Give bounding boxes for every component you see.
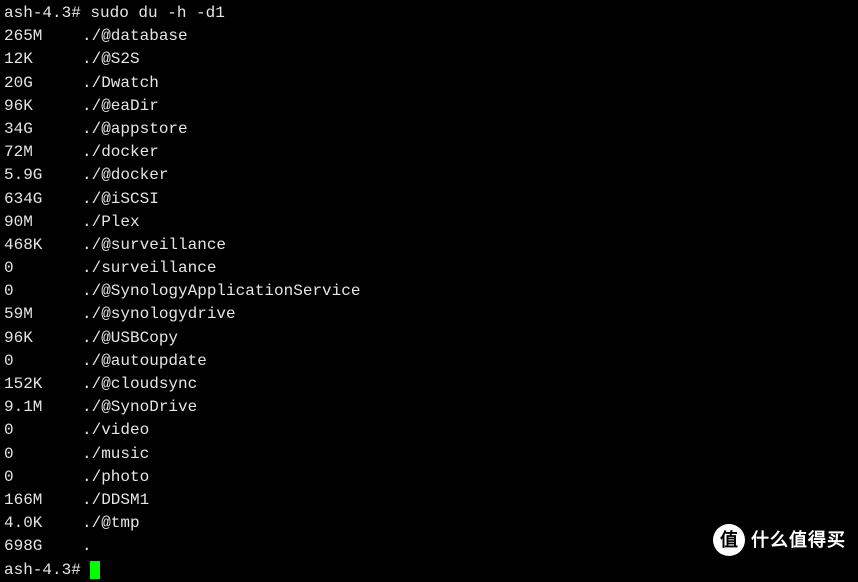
size-value: 90M (4, 211, 82, 234)
path-value: ./Dwatch (82, 72, 159, 95)
size-value: 0 (4, 419, 82, 442)
size-value: 12K (4, 48, 82, 71)
command-text: sudo du -h -d1 (90, 4, 224, 22)
size-value: 166M (4, 489, 82, 512)
path-value: ./Plex (82, 211, 140, 234)
du-entry: 72M./docker (4, 141, 854, 164)
path-value: ./surveillance (82, 257, 216, 280)
size-value: 265M (4, 25, 82, 48)
path-value: ./@tmp (82, 512, 140, 535)
shell-prompt: ash-4.3# (4, 4, 81, 22)
du-entry: 12K./@S2S (4, 48, 854, 71)
du-output: 265M./@database12K./@S2S20G./Dwatch96K./… (4, 25, 854, 558)
path-value: ./@eaDir (82, 95, 159, 118)
size-value: 152K (4, 373, 82, 396)
size-value: 4.0K (4, 512, 82, 535)
size-value: 0 (4, 257, 82, 280)
path-value: ./@SynologyApplicationService (82, 280, 360, 303)
size-value: 0 (4, 280, 82, 303)
size-value: 5.9G (4, 164, 82, 187)
size-value: 96K (4, 327, 82, 350)
path-value: ./photo (82, 466, 149, 489)
shell-prompt: ash-4.3# (4, 561, 81, 579)
du-entry: 0./@SynologyApplicationService (4, 280, 854, 303)
size-value: 72M (4, 141, 82, 164)
du-entry: 0./surveillance (4, 257, 854, 280)
path-value: ./@S2S (82, 48, 140, 71)
size-value: 9.1M (4, 396, 82, 419)
path-value: ./@autoupdate (82, 350, 207, 373)
path-value: ./@SynoDrive (82, 396, 197, 419)
path-value: ./music (82, 443, 149, 466)
path-value: ./@USBCopy (82, 327, 178, 350)
watermark: 值 什么值得买 (713, 524, 846, 556)
path-value: ./@cloudsync (82, 373, 197, 396)
path-value: ./@surveillance (82, 234, 226, 257)
watermark-text: 什么值得买 (751, 527, 846, 553)
du-entry: 34G./@appstore (4, 118, 854, 141)
size-value: 468K (4, 234, 82, 257)
size-value: 96K (4, 95, 82, 118)
path-value: ./@docker (82, 164, 168, 187)
du-entry: 166M./DDSM1 (4, 489, 854, 512)
du-entry: 0./photo (4, 466, 854, 489)
terminal-output[interactable]: ash-4.3# sudo du -h -d1 265M./@database1… (4, 2, 854, 582)
du-entry: 0./@autoupdate (4, 350, 854, 373)
watermark-icon: 值 (713, 524, 745, 556)
size-value: 34G (4, 118, 82, 141)
du-entry: 0./video (4, 419, 854, 442)
path-value: ./@iSCSI (82, 188, 159, 211)
cursor (90, 561, 100, 579)
size-value: 0 (4, 443, 82, 466)
du-entry: 265M./@database (4, 25, 854, 48)
du-entry: 20G./Dwatch (4, 72, 854, 95)
path-value: . (82, 535, 92, 558)
du-entry: 90M./Plex (4, 211, 854, 234)
path-value: ./@appstore (82, 118, 188, 141)
path-value: ./@synologydrive (82, 303, 236, 326)
du-entry: 0./music (4, 443, 854, 466)
du-entry: 152K./@cloudsync (4, 373, 854, 396)
du-entry: 634G./@iSCSI (4, 188, 854, 211)
size-value: 0 (4, 466, 82, 489)
prompt-line: ash-4.3# (4, 559, 854, 582)
du-entry: 59M./@synologydrive (4, 303, 854, 326)
command-line: ash-4.3# sudo du -h -d1 (4, 2, 854, 25)
path-value: ./@database (82, 25, 188, 48)
du-entry: 468K./@surveillance (4, 234, 854, 257)
du-entry: 9.1M./@SynoDrive (4, 396, 854, 419)
path-value: ./video (82, 419, 149, 442)
du-entry: 96K./@eaDir (4, 95, 854, 118)
size-value: 634G (4, 188, 82, 211)
size-value: 20G (4, 72, 82, 95)
path-value: ./DDSM1 (82, 489, 149, 512)
du-entry: 5.9G./@docker (4, 164, 854, 187)
path-value: ./docker (82, 141, 159, 164)
size-value: 698G (4, 535, 82, 558)
du-entry: 96K./@USBCopy (4, 327, 854, 350)
size-value: 59M (4, 303, 82, 326)
size-value: 0 (4, 350, 82, 373)
